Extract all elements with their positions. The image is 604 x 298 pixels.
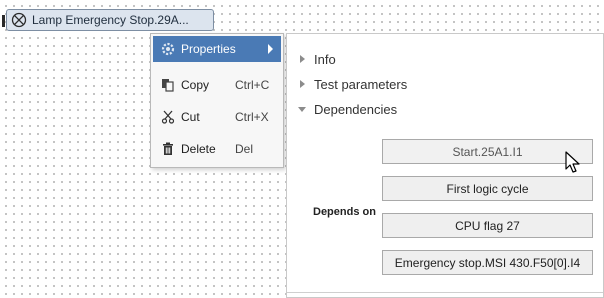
- dependency-button[interactable]: First logic cycle: [382, 176, 593, 201]
- menu-item-label: Cut: [181, 110, 200, 124]
- menu-item-label: Delete: [181, 142, 216, 156]
- depends-on-label: Depends on: [313, 206, 376, 218]
- menu-item-shortcut: Ctrl+C: [235, 78, 270, 92]
- expand-arrow-icon: [297, 54, 307, 64]
- menu-item-copy[interactable]: Copy Ctrl+C: [153, 72, 281, 98]
- menu-item-delete[interactable]: Delete Del: [153, 136, 281, 162]
- context-menu: Properties Copy Ctrl+C Cut Ctrl+X Delete…: [150, 33, 284, 168]
- section-label: Test parameters: [314, 76, 408, 92]
- delete-icon: [160, 141, 176, 157]
- properties-icon: [160, 41, 176, 57]
- tree-section-dependencies[interactable]: Dependencies: [297, 99, 397, 119]
- lamp-icon: [11, 12, 27, 28]
- section-label: Dependencies: [314, 101, 398, 117]
- menu-item-cut[interactable]: Cut Ctrl+X: [153, 104, 281, 130]
- collapse-arrow-icon: [297, 104, 307, 114]
- dependency-button[interactable]: Emergency stop.MSI 430.F50[0].I4: [382, 250, 593, 275]
- menu-item-shortcut: Del: [235, 142, 254, 156]
- menu-item-label: Copy: [181, 78, 210, 92]
- menu-item-properties[interactable]: Properties: [153, 36, 281, 62]
- menu-item-label: Properties: [181, 42, 236, 56]
- cut-icon: [160, 109, 176, 125]
- dependency-button[interactable]: Start.25A1.I1: [382, 139, 593, 164]
- panel-divider: [287, 292, 603, 293]
- properties-panel: Info Test parameters Dependencies Depend…: [286, 33, 604, 298]
- tree-section-info[interactable]: Info: [297, 49, 336, 69]
- section-label: Info: [314, 51, 336, 67]
- lamp-block[interactable]: Lamp Emergency Stop.29A...: [2, 9, 214, 31]
- block-label: Lamp Emergency Stop.29A...: [32, 13, 189, 27]
- dependency-button[interactable]: CPU flag 27: [382, 213, 593, 238]
- menu-item-shortcut: Ctrl+X: [235, 110, 269, 124]
- mouse-cursor-icon: [565, 151, 583, 175]
- submenu-arrow-icon: [268, 44, 273, 54]
- tree-section-test-parameters[interactable]: Test parameters: [297, 74, 407, 94]
- copy-icon: [160, 77, 176, 93]
- block-connector-mark: [2, 15, 5, 27]
- expand-arrow-icon: [297, 79, 307, 89]
